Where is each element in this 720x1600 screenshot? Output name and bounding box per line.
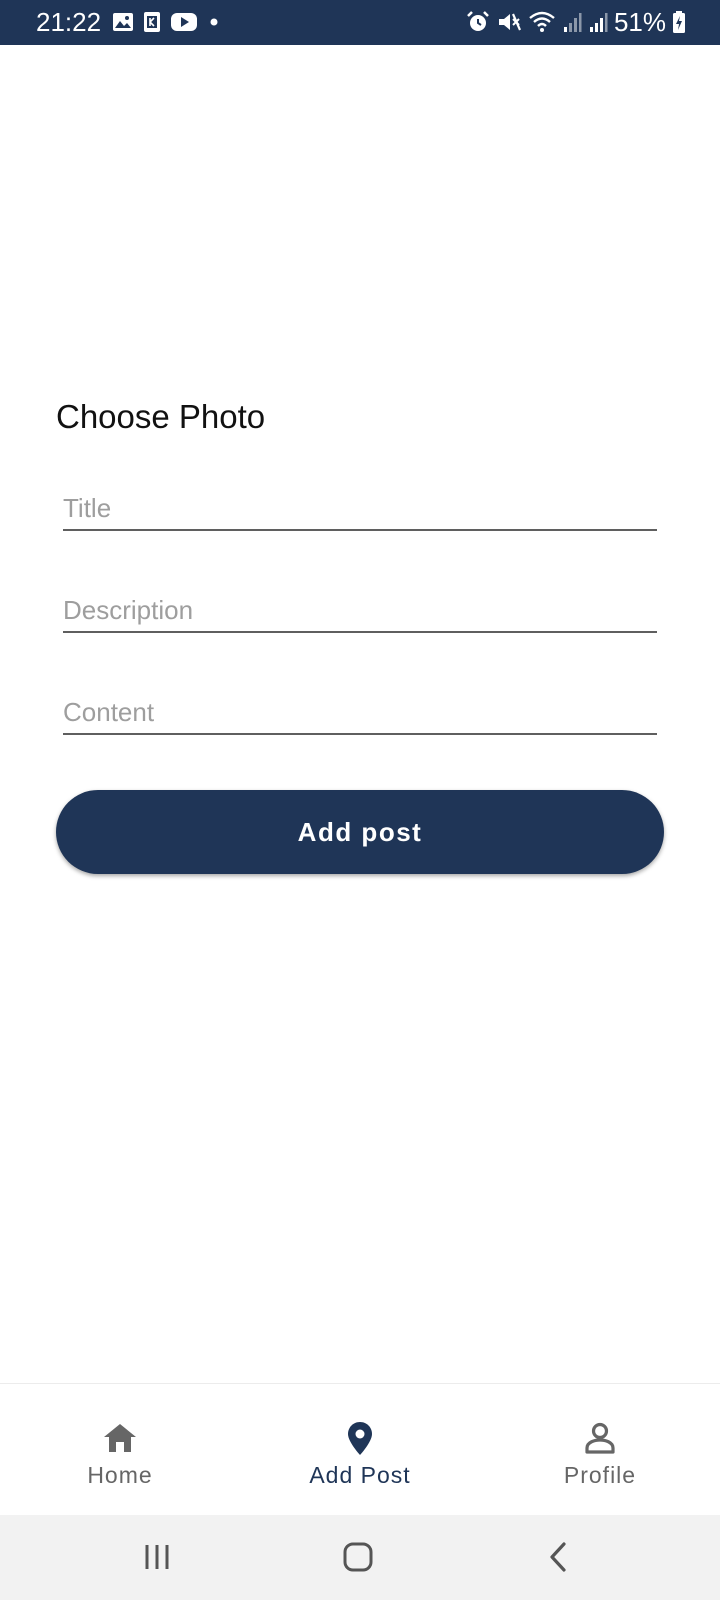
system-status-icons: 51% [466,7,686,37]
home-icon [102,1420,138,1456]
gallery-icon [112,12,134,32]
choose-photo-link[interactable]: Choose Photo [56,397,265,437]
notification-icons [112,11,221,33]
k-app-icon [143,11,161,33]
description-input[interactable] [63,583,657,631]
content-input[interactable] [63,685,657,733]
back-icon[interactable] [528,1537,588,1577]
signal-icon [588,10,608,34]
nav-label-profile: Profile [563,1462,637,1488]
youtube-icon [170,12,198,32]
nav-label-add-post: Add Post [309,1462,411,1488]
title-input[interactable] [63,481,657,529]
add-post-button[interactable]: Add post [56,790,664,874]
person-icon [582,1420,618,1456]
mute-icon [496,10,522,34]
description-field[interactable] [63,583,657,633]
map-pin-icon [342,1420,378,1456]
home-button-icon[interactable] [328,1537,388,1577]
nav-item-home[interactable]: Home [0,1384,240,1516]
recents-icon[interactable] [127,1537,187,1577]
nav-item-profile[interactable]: Profile [480,1384,720,1516]
signal-icon [562,10,582,34]
battery-charging-icon [672,10,686,34]
title-field[interactable] [63,481,657,531]
status-bar: 21:22 51% [0,0,720,45]
status-time: 21:22 [36,7,102,37]
bottom-navigation: Home Add Post Profile [0,1383,720,1516]
nav-item-add-post[interactable]: Add Post [240,1384,480,1516]
content-field[interactable] [63,685,657,735]
dot-icon [207,12,221,32]
system-navigation-bar [0,1515,720,1600]
alarm-icon [466,10,490,34]
battery-percent: 51% [613,7,666,37]
wifi-icon [528,10,556,34]
nav-label-home: Home [87,1462,153,1488]
